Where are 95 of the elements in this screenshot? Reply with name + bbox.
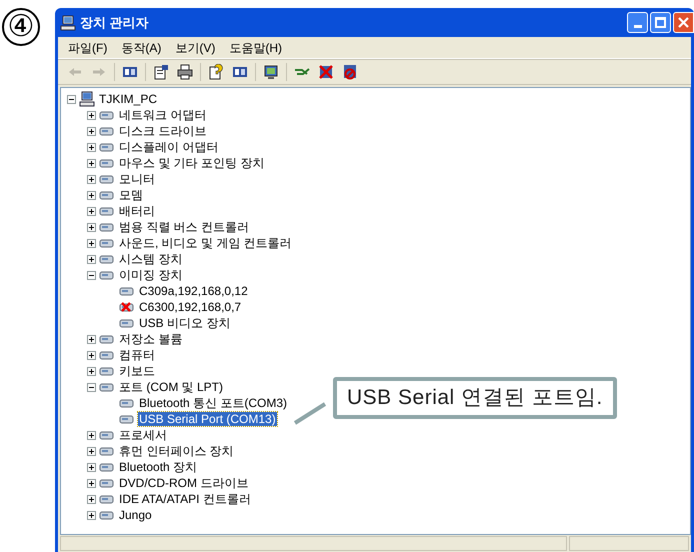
plus-icon [89, 240, 94, 246]
tree-item[interactable]: TJKIM_PC [98, 92, 158, 106]
expand-toggle[interactable] [87, 222, 96, 232]
minimize-icon [634, 25, 642, 28]
tree-item[interactable]: 이미징 장치 [118, 268, 184, 282]
plus-icon [89, 208, 94, 214]
plus-icon [89, 144, 94, 150]
plus-icon [89, 368, 94, 374]
minimize-button[interactable] [627, 12, 648, 33]
expand-toggle[interactable] [87, 206, 96, 216]
plus-icon [89, 432, 94, 438]
plus-icon [89, 336, 94, 342]
tree-item[interactable]: 모뎀 [118, 188, 144, 202]
expand-toggle[interactable] [87, 334, 96, 344]
expand-toggle[interactable] [87, 158, 96, 168]
plus-icon [89, 464, 94, 470]
collapse-toggle[interactable] [67, 94, 76, 104]
plus-icon [89, 192, 94, 198]
tree-item[interactable]: 시스템 장치 [118, 252, 184, 266]
maximize-button[interactable] [650, 12, 671, 33]
expand-toggle[interactable] [87, 142, 96, 152]
callout-label: USB Serial 연결된 포트임. [333, 377, 617, 419]
window-title: 장치 관리자 [80, 14, 149, 32]
menu-item[interactable]: 도움말(H) [223, 38, 288, 56]
tree-item[interactable]: 사운드, 비디오 및 게임 컨트롤러 [118, 236, 293, 250]
expand-toggle[interactable] [87, 446, 96, 456]
remove-device-icon [318, 64, 334, 80]
tree-item[interactable]: 마우스 및 기타 포인팅 장치 [118, 156, 266, 170]
expand-toggle[interactable] [87, 174, 96, 184]
plus-icon [89, 160, 94, 166]
maximize-icon [655, 17, 666, 28]
printer-icon [177, 64, 193, 80]
tree-item[interactable]: 디스크 드라이브 [118, 124, 208, 138]
monitor-scan-icon [263, 64, 279, 80]
minus-icon [89, 384, 94, 390]
tree-item[interactable]: 범용 직렬 버스 컨트롤러 [118, 220, 250, 234]
tree-item[interactable]: USB Serial Port (COM13) [138, 412, 277, 426]
plus-icon [89, 112, 94, 118]
help-icon [208, 64, 224, 80]
tree-item[interactable]: 휴먼 인터페이스 장치 [118, 444, 235, 458]
plus-icon [89, 496, 94, 502]
close-icon [678, 17, 689, 28]
expand-toggle[interactable] [87, 126, 96, 136]
expand-toggle[interactable] [87, 238, 96, 248]
tree-item[interactable]: 모니터 [118, 172, 156, 186]
expand-toggle[interactable] [87, 350, 96, 360]
menu-item[interactable]: 보기(V) [169, 38, 222, 56]
tree-item[interactable]: Jungo [118, 508, 153, 522]
tree-item[interactable]: 프로세서 [118, 428, 168, 442]
plus-icon [89, 512, 94, 518]
close-button[interactable] [673, 12, 694, 33]
expand-toggle[interactable] [87, 462, 96, 472]
plus-icon [89, 480, 94, 486]
menu-item[interactable]: 동작(A) [115, 38, 168, 56]
expand-toggle[interactable] [87, 366, 96, 376]
plus-icon [89, 176, 94, 182]
plus-icon [89, 256, 94, 262]
panel-icon [232, 64, 248, 80]
tree-item[interactable]: Bluetooth 장치 [118, 460, 198, 474]
menu-item[interactable]: 파일(F) [62, 38, 114, 56]
disable-device-icon [342, 64, 358, 80]
tree-item[interactable]: DVD/CD-ROM 드라이브 [118, 476, 250, 490]
tree-item[interactable]: 저장소 볼륨 [118, 332, 184, 346]
plus-icon [89, 224, 94, 230]
expand-toggle[interactable] [87, 478, 96, 488]
tree-item[interactable]: 컴퓨터 [118, 348, 156, 362]
expand-toggle[interactable] [87, 510, 96, 520]
plus-icon [89, 448, 94, 454]
computer-icon [60, 14, 76, 30]
tree-item[interactable]: Bluetooth 통신 포트(COM3) [138, 396, 288, 410]
plus-icon [89, 352, 94, 358]
step-number: ④ [2, 8, 40, 46]
tree-item[interactable]: 디스플레이 어댑터 [118, 140, 220, 154]
tree-item[interactable]: 포트 (COM 및 LPT) [118, 380, 224, 394]
expand-toggle[interactable] [87, 254, 96, 264]
tree-item[interactable]: C309a,192,168,0,12 [138, 284, 249, 298]
collapse-toggle[interactable] [87, 382, 96, 392]
collapse-toggle[interactable] [87, 270, 96, 280]
plus-icon [89, 128, 94, 134]
panel-icon [122, 64, 138, 80]
computer-icon [79, 91, 95, 107]
expand-toggle[interactable] [87, 494, 96, 504]
tree-item[interactable]: C6300,192,168,0,7 [138, 300, 242, 314]
tree-item[interactable]: 네트워크 어댑터 [118, 108, 208, 122]
properties-icon [153, 64, 169, 80]
tree-item[interactable]: 키보드 [118, 364, 156, 378]
tree-item[interactable]: 배터리 [118, 204, 156, 218]
minus-icon [69, 96, 74, 102]
minus-icon [89, 272, 94, 278]
tree-item[interactable]: USB 비디오 장치 [138, 316, 232, 330]
expand-toggle[interactable] [87, 190, 96, 200]
leader-line [293, 400, 327, 426]
expand-toggle[interactable] [87, 110, 96, 120]
tree-item[interactable]: IDE ATA/ATAPI 컨트롤러 [118, 492, 252, 506]
expand-toggle[interactable] [87, 430, 96, 440]
